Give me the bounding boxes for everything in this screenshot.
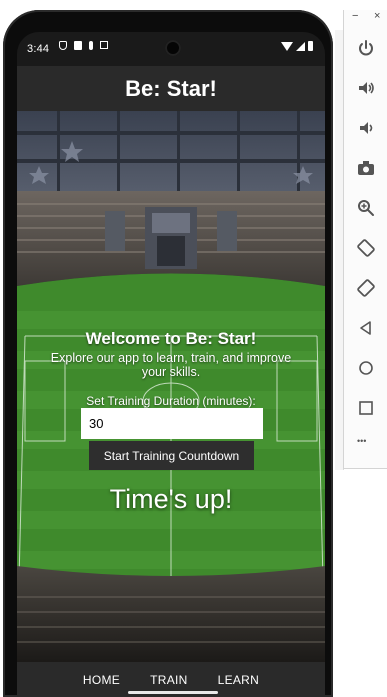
welcome-heading: Welcome to Be: Star!: [85, 329, 257, 348]
system-icons: [281, 41, 313, 51]
battery-icon: [308, 41, 313, 51]
rotate-right-icon[interactable]: [356, 278, 376, 298]
front-camera: [165, 40, 181, 56]
nav-train[interactable]: TRAIN: [150, 673, 188, 687]
sd-card-icon: [74, 41, 82, 50]
volume-up-icon[interactable]: [356, 78, 376, 98]
device-screen: 3:44 Be: Star! Welcome to Be: Star! Expl…: [17, 32, 325, 697]
duration-input[interactable]: [81, 408, 263, 439]
rotate-left-icon[interactable]: [356, 238, 376, 258]
app-title: Be: Star!: [125, 76, 217, 101]
stadium-background: Welcome to Be: Star! Explore our app to …: [17, 111, 325, 662]
nav-home[interactable]: HOME: [83, 673, 120, 687]
shield-icon: [59, 41, 67, 50]
status-time: 3:44: [27, 43, 50, 55]
start-countdown-button[interactable]: Start Training Countdown: [89, 441, 254, 470]
minimize-button[interactable]: −: [352, 10, 358, 22]
welcome-tagline: Explore our app to learn, train, and imp…: [50, 351, 292, 379]
status-bar: 3:44: [17, 32, 325, 66]
duration-label: Set Training Duration (minutes):: [86, 394, 256, 408]
more-icon[interactable]: •••: [357, 436, 366, 446]
microphone-icon: [89, 41, 93, 50]
notification-icons: [59, 41, 108, 50]
gesture-handle[interactable]: [128, 691, 218, 694]
nav-learn[interactable]: LEARN: [218, 673, 260, 687]
close-button[interactable]: ×: [374, 10, 380, 22]
zoom-icon[interactable]: [356, 198, 376, 218]
phone-frame: 3:44 Be: Star! Welcome to Be: Star! Expl…: [3, 10, 333, 697]
home-icon[interactable]: [356, 358, 376, 378]
power-icon[interactable]: [356, 38, 376, 58]
welcome-section: Welcome to Be: Star! Explore our app to …: [17, 111, 325, 662]
signal-icon: [296, 42, 305, 51]
emulator-toolbar: − × •••: [343, 10, 387, 469]
camera-icon[interactable]: [356, 158, 376, 178]
notification-box-icon: [100, 41, 108, 49]
back-icon[interactable]: [356, 318, 376, 338]
countdown-status: Time's up!: [109, 484, 233, 514]
overview-icon[interactable]: [356, 398, 376, 418]
app-header: Be: Star!: [17, 66, 325, 111]
wifi-icon: [281, 42, 293, 51]
volume-down-icon[interactable]: [356, 118, 376, 138]
